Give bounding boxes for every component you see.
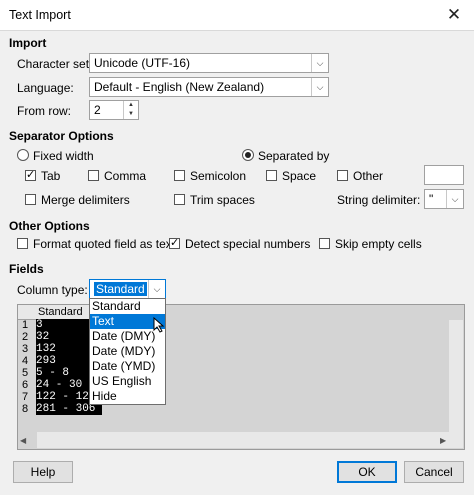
window-title: Text Import	[9, 8, 71, 22]
chevron-down-icon: ⌵	[311, 54, 328, 72]
string-delimiter-label: String delimiter:	[337, 193, 421, 207]
separator-heading: Separator Options	[9, 129, 114, 143]
spin-down-icon[interactable]: ▼	[124, 110, 138, 119]
separated-by-radio[interactable]	[242, 149, 254, 161]
merge-delimiters-checkbox[interactable]	[25, 194, 36, 205]
fixed-width-label: Fixed width	[33, 149, 94, 163]
skip-empty-checkbox[interactable]	[319, 238, 330, 249]
language-select[interactable]: Default - English (New Zealand) ⌵	[89, 77, 329, 97]
column-type-dropdown: Standard Text Date (DMY) Date (MDY) Date…	[89, 298, 166, 405]
column-type-value: Standard	[94, 282, 147, 296]
scroll-left-icon[interactable]: ◀	[20, 436, 26, 445]
title-bar	[0, 0, 474, 31]
horizontal-scrollbar[interactable]	[37, 432, 463, 448]
space-checkbox[interactable]	[266, 170, 277, 181]
dropdown-option-standard[interactable]: Standard	[90, 299, 165, 314]
chevron-down-icon: ⌵	[311, 78, 328, 96]
detect-special-label: Detect special numbers	[185, 237, 311, 251]
scroll-right-icon[interactable]: ▶	[440, 436, 446, 445]
cancel-button[interactable]: Cancel	[404, 461, 464, 483]
tab-checkbox[interactable]	[25, 168, 36, 181]
skip-empty-label: Skip empty cells	[335, 237, 422, 251]
row-number: 8	[22, 403, 29, 415]
close-icon[interactable]: ✕	[434, 0, 474, 30]
merge-delimiters-label: Merge delimiters	[41, 193, 130, 207]
language-value: Default - English (New Zealand)	[94, 80, 265, 94]
from-row-label: From row:	[17, 104, 71, 118]
dropdown-option-us-english[interactable]: US English	[90, 374, 165, 389]
trim-spaces-checkbox[interactable]	[174, 194, 185, 205]
row-number: 1	[22, 319, 29, 331]
row-number: 4	[22, 355, 29, 367]
chevron-down-icon: ⌵	[148, 280, 165, 298]
format-quoted-checkbox[interactable]	[17, 238, 28, 249]
language-label: Language:	[17, 81, 74, 95]
tab-label: Tab	[41, 169, 61, 183]
comma-checkbox[interactable]	[88, 170, 99, 181]
column-type-select[interactable]: Standard ⌵	[89, 279, 166, 299]
string-delimiter-select[interactable]: " ⌵	[424, 189, 464, 209]
spin-up-icon[interactable]: ▲	[124, 101, 138, 110]
dropdown-option-hide[interactable]: Hide	[90, 389, 165, 404]
row-number: 7	[22, 391, 29, 403]
space-label: Space	[282, 169, 317, 183]
separated-by-label: Separated by	[258, 149, 330, 163]
semicolon-label: Semicolon	[190, 169, 247, 183]
ok-button[interactable]: OK	[337, 461, 397, 483]
trim-spaces-label: Trim spaces	[190, 193, 255, 207]
chevron-down-icon: ⌵	[446, 190, 463, 208]
row-number: 2	[22, 331, 29, 343]
from-row-spinner[interactable]: 2 ▲ ▼	[89, 100, 139, 120]
row-number: 6	[22, 379, 29, 391]
other-options-heading: Other Options	[9, 219, 90, 233]
grid-row-numbers: 1 2 3 4 5 6 7 8	[18, 319, 36, 415]
other-input[interactable]	[424, 165, 464, 185]
import-heading: Import	[9, 36, 47, 50]
grid-corner	[18, 305, 37, 320]
charset-value: Unicode (UTF-16)	[94, 56, 191, 70]
row-number: 5	[22, 367, 29, 379]
dropdown-option-date-ymd[interactable]: Date (YMD)	[90, 359, 165, 374]
format-quoted-label: Format quoted field as text	[33, 237, 176, 251]
string-delimiter-value: "	[429, 192, 434, 206]
mouse-cursor-icon	[153, 317, 165, 333]
row-number: 3	[22, 343, 29, 355]
semicolon-checkbox[interactable]	[174, 170, 185, 181]
fields-heading: Fields	[9, 262, 44, 276]
other-checkbox[interactable]	[337, 170, 348, 181]
fixed-width-radio[interactable]	[17, 149, 29, 161]
help-button[interactable]: Help	[13, 461, 73, 483]
comma-label: Comma	[104, 169, 147, 183]
detect-special-checkbox[interactable]	[169, 236, 180, 249]
charset-label: Character set:	[17, 57, 93, 71]
vertical-scrollbar[interactable]	[449, 320, 463, 432]
from-row-value: 2	[94, 103, 101, 117]
dropdown-option-date-mdy[interactable]: Date (MDY)	[90, 344, 165, 359]
spin-buttons[interactable]: ▲ ▼	[123, 101, 138, 119]
column-type-label: Column type:	[17, 283, 88, 297]
charset-select[interactable]: Unicode (UTF-16) ⌵	[89, 53, 329, 73]
other-label: Other	[353, 169, 384, 183]
